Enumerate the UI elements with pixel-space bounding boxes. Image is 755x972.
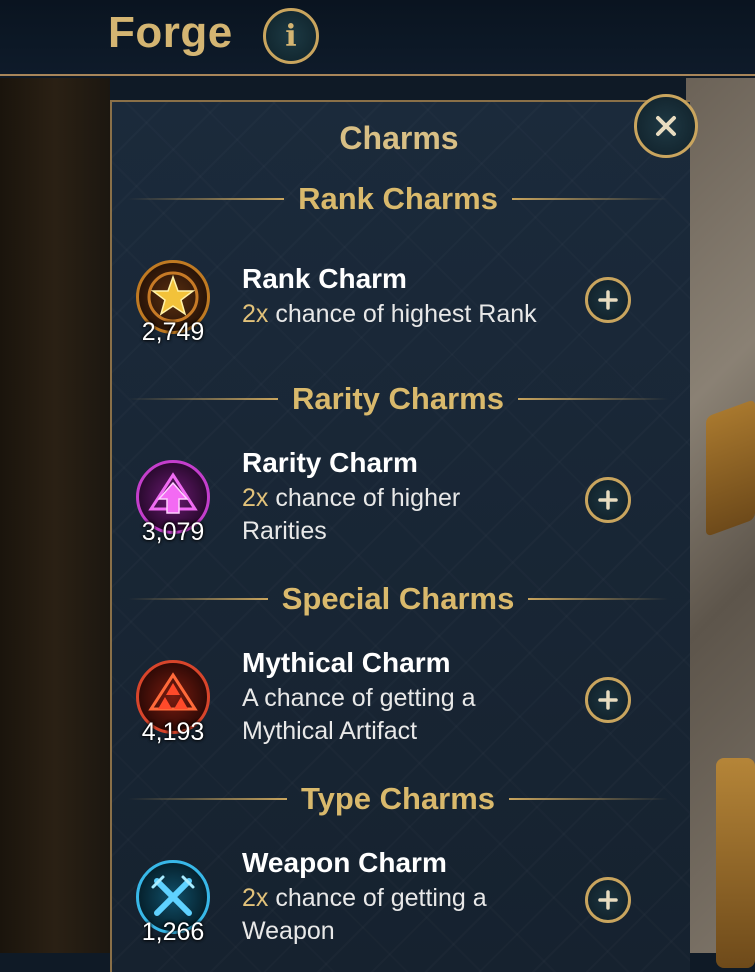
charm-name: Mythical Charm (242, 647, 451, 678)
panel-title: Charms (339, 120, 459, 156)
section-title: Special Charms (281, 581, 515, 616)
close-icon (656, 116, 676, 136)
section-title: Rank Charms (298, 181, 498, 216)
charm-description-line-1: chance of getting a (268, 884, 487, 912)
background-right-wall (686, 78, 755, 968)
divider (128, 598, 268, 600)
background-beam (716, 758, 755, 968)
charm-name: Rarity Charm (242, 447, 418, 478)
charm-name: Weapon Charm (242, 847, 447, 878)
charm-description-line-1: chance of highest Rank (268, 300, 537, 328)
divider (128, 398, 279, 400)
divider (528, 598, 669, 600)
add-charm-button[interactable] (585, 677, 631, 723)
charm-description: 2x chance of highest Rank (242, 298, 537, 331)
add-charm-button[interactable] (585, 277, 631, 323)
charm-row-rank: 2,749 Rank Charm 2x chance of highest Ra… (130, 255, 650, 365)
close-button[interactable] (634, 94, 698, 158)
add-charm-button[interactable] (585, 877, 631, 923)
top-bar: Forge i (0, 0, 755, 76)
charm-multiplier: 2x (242, 484, 269, 512)
charm-count: 3,079 (141, 518, 205, 546)
charm-count: 1,266 (141, 918, 205, 946)
charm-name: Rank Charm (242, 263, 407, 294)
divider (128, 198, 285, 200)
charm-description-line-1: A chance of getting a (242, 684, 476, 712)
charm-description-line-2: Rarities (242, 517, 327, 545)
section-header-special-charms: Special Charms (128, 579, 669, 619)
section-title: Type Charms (300, 781, 496, 816)
charm-description: 2x chance of getting a (242, 882, 487, 915)
charm-count: 4,193 (141, 718, 205, 746)
info-button[interactable]: i (263, 8, 319, 64)
charm-multiplier: 2x (242, 884, 269, 912)
section-header-rarity-charms: Rarity Charms (128, 379, 669, 419)
divider (511, 198, 669, 200)
plus-icon (598, 690, 618, 710)
background-beam (706, 399, 755, 537)
divider (509, 798, 669, 800)
section-header-type-charms: Type Charms (128, 779, 669, 819)
charm-description-line-1: chance of higher (268, 484, 461, 512)
charm-row-mythical: 4,193 Mythical Charm A chance of getting… (130, 645, 650, 755)
divider (517, 398, 669, 400)
charm-description-line-2: Mythical Artifact (242, 717, 418, 745)
add-charm-button[interactable] (585, 477, 631, 523)
charm-multiplier: 2x (242, 300, 269, 328)
charm-description: A chance of getting a (242, 682, 476, 715)
section-header-rank-charms: Rank Charms (128, 179, 669, 219)
page-title: Forge (108, 8, 233, 57)
info-icon: i (285, 18, 297, 54)
charm-count: 2,749 (141, 318, 205, 346)
charm-row-weapon: 1,266 Weapon Charm 2x chance of getting … (130, 845, 650, 955)
charm-description: 2x chance of higher (242, 482, 460, 515)
plus-icon (598, 890, 618, 910)
divider (128, 798, 287, 800)
section-title: Rarity Charms (292, 381, 504, 416)
background-left-wall (0, 78, 110, 953)
plus-icon (598, 290, 618, 310)
charm-description-line-2: Weapon (242, 917, 335, 945)
plus-icon (598, 490, 618, 510)
charm-row-rarity: 3,079 Rarity Charm 2x chance of higher R… (130, 445, 650, 555)
